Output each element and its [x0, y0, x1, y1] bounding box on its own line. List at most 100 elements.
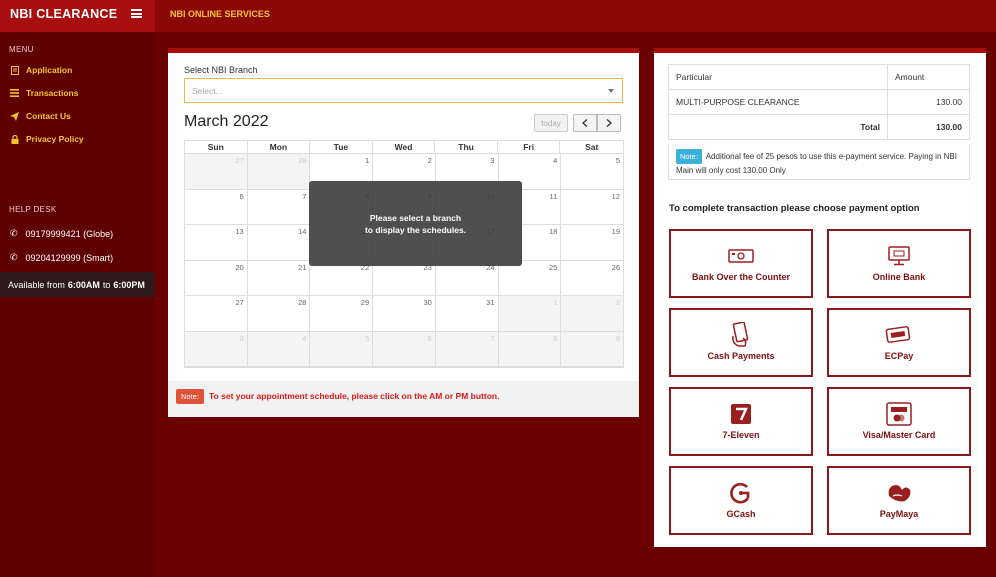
calendar-day-cell[interactable]: 27	[185, 154, 248, 190]
pay-option-gcash[interactable]: GCash	[669, 466, 813, 535]
pay-option-bank-counter[interactable]: Bank Over the Counter	[669, 229, 813, 298]
weekday-label: Sat	[585, 142, 599, 152]
table-row: MULTI-PURPOSE CLEARANCE 130.00	[668, 89, 970, 115]
fee-amount: 130.00	[887, 89, 970, 115]
document-icon	[10, 65, 19, 75]
weekday-label: Fri	[498, 141, 561, 153]
overlay-line: Please select a branch	[369, 212, 462, 223]
calendar-day-cell[interactable]: 20	[185, 260, 248, 296]
note-text: To set your appointment schedule, please…	[209, 391, 500, 401]
sidebar-item-label: Application	[26, 65, 73, 75]
fee-note-badge: Note:	[676, 149, 702, 164]
next-month-button[interactable]	[597, 114, 621, 132]
calendar-day-cell[interactable]: 7	[435, 331, 499, 367]
calendar-day-cell[interactable]: 30	[373, 296, 436, 332]
calendar-day-cell[interactable]: 28	[247, 154, 311, 190]
gcash-icon	[727, 482, 755, 504]
weekday-label: Mon	[248, 141, 311, 153]
menu-label: MENU	[9, 45, 34, 54]
weekday-label: Thu	[435, 141, 498, 153]
help-phone-globe[interactable]: ✆ 09179999421 (Globe)	[10, 228, 113, 239]
calendar-day-cell[interactable]: 9	[561, 331, 624, 367]
table-row: Total 130.00	[668, 114, 970, 140]
pay-option-label: GCash	[726, 509, 756, 519]
calendar-day-cell[interactable]: 7	[247, 189, 311, 225]
sidebar-item-label: Contact Us	[26, 111, 71, 121]
lock-icon	[10, 134, 19, 144]
sidebar-item-label: Transactions	[26, 88, 79, 98]
sidebar-item-contact-us[interactable]: Contact Us	[10, 109, 71, 123]
pay-option-label: Online Bank	[872, 272, 926, 282]
pay-option-ecpay[interactable]: ECPay	[827, 308, 971, 377]
hamburger-menu-icon[interactable]	[131, 9, 142, 18]
topbar-title[interactable]: NBI ONLINE SERVICES	[170, 9, 270, 19]
brand-header: NBI CLEARANCE	[0, 0, 155, 32]
cash-icon	[727, 322, 755, 347]
table-header: Particular	[668, 64, 888, 90]
help-phone-smart[interactable]: ✆ 09204129999 (Smart)	[10, 252, 113, 263]
pay-option-label: 7-Eleven	[722, 430, 760, 440]
help-desk-label: HELP DESK	[9, 205, 57, 214]
sidebar: MENU Application Transactions Contact Us…	[0, 32, 155, 577]
branch-label: Select NBI Branch	[184, 65, 258, 75]
calendar-day-cell[interactable]: 5	[561, 154, 624, 190]
calendar-day-cell[interactable]: 27	[185, 296, 248, 332]
calendar-day-cell[interactable]: 13	[185, 225, 248, 261]
pay-option-cash[interactable]: Cash Payments	[669, 308, 813, 377]
fee-item: MULTI-PURPOSE CLEARANCE	[668, 89, 888, 115]
calendar-day-cell[interactable]: 21	[247, 260, 311, 296]
pay-option-paymaya[interactable]: PayMaya	[827, 466, 971, 535]
calendar-day-cell[interactable]: 14	[247, 225, 311, 261]
calendar-day-cell[interactable]: 5	[310, 331, 374, 367]
paymaya-icon	[885, 482, 913, 504]
schedule-note: Note: To set your appointment schedule, …	[168, 381, 639, 417]
overlay-line: to display the schedules.	[364, 224, 467, 235]
select-branch-overlay: Please select a branch to display the sc…	[309, 181, 522, 266]
calendar-title: March 2022	[184, 113, 269, 130]
calendar-day-cell[interactable]: 8	[498, 331, 562, 367]
calendar-day-cell[interactable]: 6	[373, 331, 436, 367]
calendar-day-cell[interactable]: 28	[247, 296, 311, 332]
pay-option-label: Visa/Master Card	[862, 430, 936, 440]
pay-option-label: Bank Over the Counter	[691, 272, 791, 282]
phone-number: 09204129999 (Smart)	[25, 252, 114, 263]
seven-eleven-icon	[727, 403, 755, 425]
total-amount: 130.00	[887, 114, 970, 140]
today-button[interactable]: today	[534, 114, 568, 132]
calendar-day-cell[interactable]: 31	[435, 296, 499, 332]
pay-option-label: Cash Payments	[707, 351, 775, 361]
pay-option-visa-master[interactable]: Visa/Master Card	[827, 387, 971, 456]
calendar-day-cell[interactable]: 3	[185, 331, 248, 367]
phone-icon: ✆	[10, 252, 18, 262]
chevron-left-icon	[582, 119, 588, 127]
pay-option-online-bank[interactable]: Online Bank	[827, 229, 971, 298]
sidebar-item-privacy-policy[interactable]: Privacy Policy	[10, 132, 84, 146]
phone-icon: ✆	[10, 228, 18, 238]
calendar-day-cell[interactable]: 29	[310, 296, 374, 332]
calendar-day-cell[interactable]: 4	[247, 331, 311, 367]
top-navbar: NBI ONLINE SERVICES	[155, 0, 996, 32]
calendar-day-cell[interactable]: 12	[561, 189, 624, 225]
calendar-day-cell[interactable]: 6	[185, 189, 248, 225]
sidebar-item-application[interactable]: Application	[10, 63, 72, 77]
sidebar-item-transactions[interactable]: Transactions	[10, 86, 78, 100]
sidebar-item-label: Privacy Policy	[26, 134, 84, 144]
payment-heading: To complete transaction please choose pa…	[669, 203, 920, 214]
calendar-day-cell[interactable]: 2	[561, 296, 624, 332]
calendar-day-cell[interactable]: 26	[561, 260, 624, 296]
table-row: Particular Amount	[668, 64, 970, 90]
note-badge: Note:	[176, 389, 204, 404]
branch-select[interactable]: Select...	[184, 78, 623, 103]
calendar-day-cell[interactable]: 19	[561, 225, 624, 261]
brand-title: NBI CLEARANCE	[10, 7, 118, 21]
chevron-right-icon	[606, 119, 612, 127]
fee-note: Note: Additional fee of 25 pesos to use …	[668, 144, 970, 180]
chevron-down-icon	[608, 89, 614, 93]
fee-table: Particular Amount MULTI-PURPOSE CLEARANC…	[668, 64, 970, 140]
prev-month-button[interactable]	[573, 114, 597, 132]
pay-option-seven-eleven[interactable]: 7-Eleven	[669, 387, 813, 456]
calendar-day-cell[interactable]: 1	[498, 296, 562, 332]
payment-panel: Particular Amount MULTI-PURPOSE CLEARANC…	[654, 48, 986, 547]
weekday-label: Sun	[185, 141, 248, 153]
send-icon	[10, 111, 19, 121]
